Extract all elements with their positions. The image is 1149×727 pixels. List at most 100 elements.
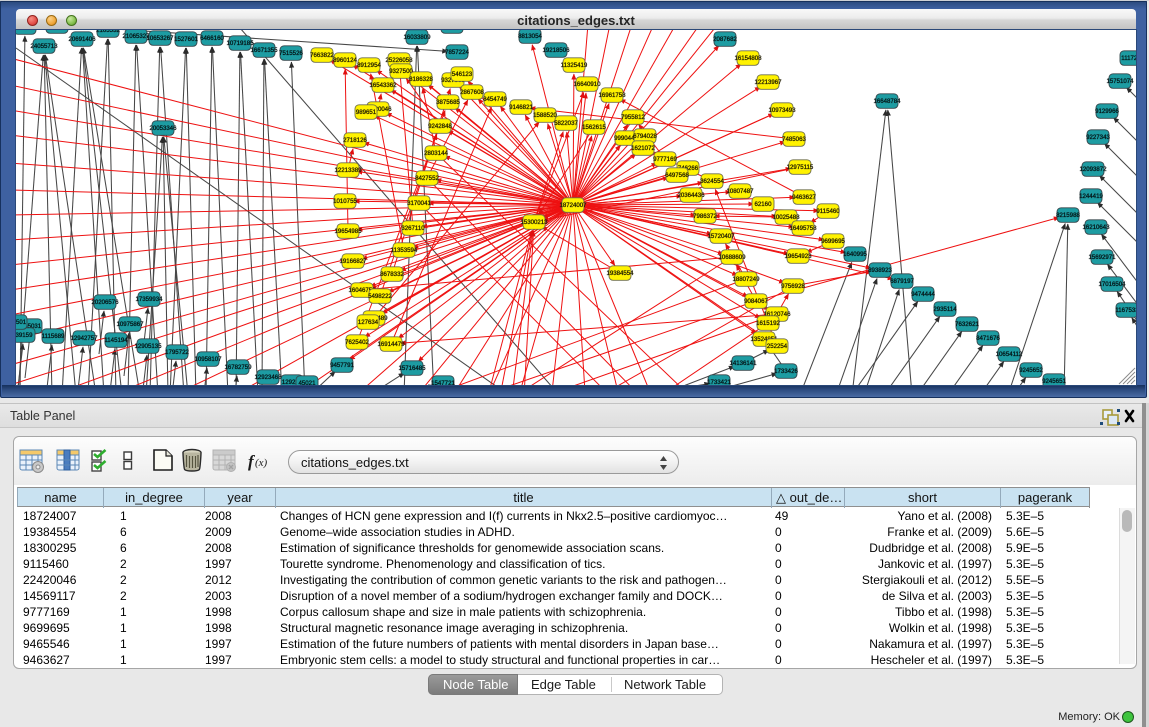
svg-text:16782759: 16782759 <box>224 364 252 371</box>
svg-text:17016504: 17016504 <box>1098 281 1126 288</box>
svg-text:12213389: 12213389 <box>334 167 362 174</box>
svg-text:15716485: 15716485 <box>398 365 426 372</box>
svg-text:1167533: 1167533 <box>1115 307 1136 314</box>
svg-text:8471676: 8471676 <box>976 335 1000 342</box>
svg-text:5498222: 5498222 <box>368 293 392 300</box>
svg-text:12942757: 12942757 <box>70 335 98 342</box>
svg-text:931501: 931501 <box>16 319 27 326</box>
svg-text:9245651: 9245651 <box>1042 378 1066 385</box>
svg-text:16543362: 16543362 <box>369 82 397 89</box>
svg-text:1527601: 1527601 <box>174 36 198 43</box>
svg-text:15300213: 15300213 <box>520 219 548 226</box>
svg-text:12923468: 12923468 <box>254 374 282 381</box>
svg-text:19654985: 19654985 <box>334 228 362 235</box>
svg-text:7485063: 7485063 <box>782 136 806 143</box>
svg-text:19218506: 19218506 <box>542 47 570 54</box>
svg-text:20691406: 20691406 <box>68 36 96 43</box>
svg-text:8912954: 8912954 <box>357 62 381 69</box>
svg-text:111724: 111724 <box>1121 55 1136 62</box>
svg-text:16648784: 16648784 <box>873 98 901 105</box>
svg-text:16210643: 16210643 <box>1082 224 1110 231</box>
svg-text:10025488: 10025488 <box>772 214 800 221</box>
svg-text:1547721: 1547721 <box>431 380 455 385</box>
svg-text:3170041: 3170041 <box>407 200 431 207</box>
svg-text:20364436: 20364436 <box>677 192 705 199</box>
svg-text:6466160: 6466160 <box>200 35 224 42</box>
svg-text:11353594: 11353594 <box>391 247 418 254</box>
svg-text:9227343: 9227343 <box>1086 134 1110 141</box>
svg-text:3624554: 3624554 <box>700 178 724 185</box>
svg-text:25226058: 25226058 <box>385 57 413 64</box>
svg-text:1733426: 1733426 <box>774 368 798 375</box>
svg-text:8678332: 8678332 <box>380 271 404 278</box>
svg-text:12213967: 12213967 <box>754 79 782 86</box>
svg-text:11325419: 11325419 <box>561 62 588 69</box>
svg-text:15720407: 15720407 <box>707 233 735 240</box>
svg-text:7955812: 7955812 <box>621 114 645 121</box>
svg-text:9463627: 9463627 <box>792 194 816 201</box>
svg-text:19384554: 19384554 <box>606 270 634 277</box>
svg-text:989651: 989651 <box>356 109 377 116</box>
svg-text:15751074: 15751074 <box>1106 78 1134 85</box>
svg-text:3267110: 3267110 <box>401 225 425 232</box>
svg-text:9327500: 9327500 <box>389 68 413 75</box>
svg-text:546123: 546123 <box>452 71 473 78</box>
svg-text:127634: 127634 <box>358 319 379 326</box>
svg-text:10653267: 10653267 <box>146 35 174 42</box>
svg-text:10958107: 10958107 <box>194 356 222 363</box>
svg-text:6794028: 6794028 <box>633 133 657 140</box>
svg-text:1733421: 1733421 <box>707 379 731 385</box>
svg-text:9084067: 9084067 <box>744 298 768 305</box>
svg-text:7632621: 7632621 <box>955 321 979 328</box>
svg-text:7515526: 7515526 <box>279 50 303 57</box>
svg-text:1621072: 1621072 <box>631 145 655 152</box>
svg-text:7625402: 7625402 <box>345 339 369 346</box>
svg-text:10975867: 10975867 <box>116 321 144 328</box>
svg-text:9129966: 9129966 <box>1095 108 1119 115</box>
svg-text:1244419: 1244419 <box>1079 193 1103 200</box>
svg-text:16640910: 16640910 <box>573 81 601 88</box>
svg-text:17359934: 17359934 <box>135 296 163 303</box>
svg-text:1640995: 1640995 <box>843 251 867 258</box>
svg-text:62160: 62160 <box>755 201 773 208</box>
svg-text:7986372: 7986372 <box>693 213 717 220</box>
svg-text:9699695: 9699695 <box>821 238 845 245</box>
svg-text:16154808: 16154808 <box>734 55 762 62</box>
svg-text:2105532: 2105532 <box>96 30 120 34</box>
svg-text:45021: 45021 <box>299 380 317 385</box>
svg-text:19166827: 19166827 <box>339 258 367 265</box>
svg-text:14136141: 14136141 <box>729 360 757 367</box>
svg-text:15692971: 15692971 <box>1088 254 1116 261</box>
svg-text:1115689: 1115689 <box>42 333 65 340</box>
svg-text:7857224: 7857224 <box>445 49 469 56</box>
svg-text:8186328: 8186328 <box>409 76 433 83</box>
svg-text:16914479: 16914479 <box>377 341 405 348</box>
svg-text:9777169: 9777169 <box>653 156 677 163</box>
svg-text:39159: 39159 <box>16 332 33 339</box>
svg-text:8454749: 8454749 <box>483 96 507 103</box>
svg-text:20053346: 20053346 <box>149 125 177 132</box>
svg-text:12093872: 12093872 <box>1079 166 1107 173</box>
svg-text:10719185: 10719185 <box>226 40 254 47</box>
svg-text:1010755: 1010755 <box>333 198 357 205</box>
svg-text:16033809: 16033809 <box>403 34 431 41</box>
svg-text:10654112: 10654112 <box>996 351 1023 358</box>
svg-text:9474444: 9474444 <box>911 291 935 298</box>
svg-text:2087682: 2087682 <box>713 36 737 43</box>
svg-text:8427552: 8427552 <box>415 175 439 182</box>
svg-text:8813054: 8813054 <box>518 33 542 40</box>
svg-text:12975115: 12975115 <box>787 164 814 171</box>
svg-text:12905135: 12905135 <box>134 343 162 350</box>
svg-text:9457791: 9457791 <box>330 362 354 369</box>
svg-text:10688609: 10688609 <box>718 254 746 261</box>
svg-text:9756928: 9756928 <box>781 283 805 290</box>
svg-text:2867608: 2867608 <box>460 89 484 96</box>
svg-text:10973493: 10973493 <box>768 107 796 114</box>
svg-text:1562615: 1562615 <box>582 124 606 131</box>
svg-text:10807487: 10807487 <box>726 188 754 195</box>
svg-text:1588520: 1588520 <box>533 112 557 119</box>
svg-text:2935114: 2935114 <box>933 306 957 313</box>
svg-text:9115460: 9115460 <box>816 208 840 215</box>
svg-text:1145194: 1145194 <box>104 337 128 344</box>
svg-text:8215988: 8215988 <box>1056 212 1080 219</box>
